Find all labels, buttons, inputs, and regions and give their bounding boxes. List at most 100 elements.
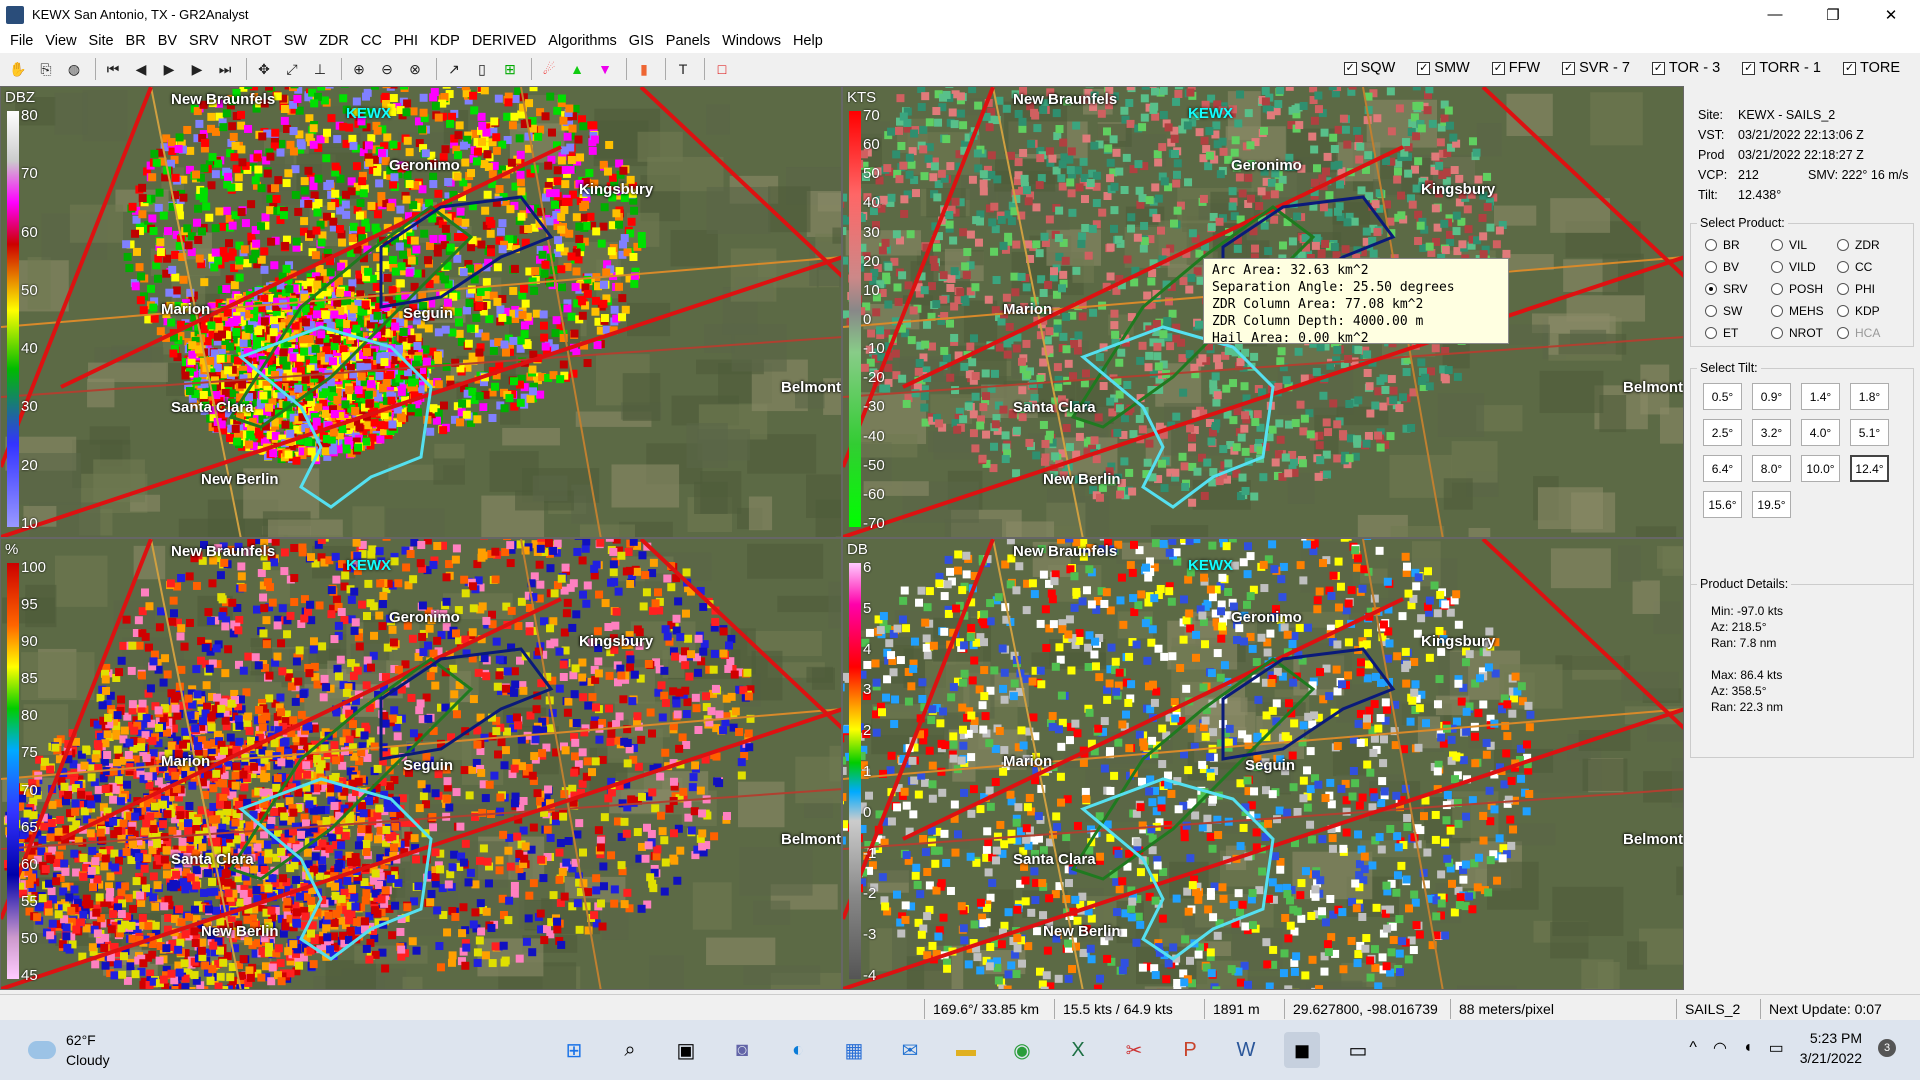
product-radio-vild[interactable]: VILD — [1771, 260, 1816, 274]
radio-dot[interactable] — [1705, 283, 1717, 295]
last-frame-icon[interactable]: ⏭ — [213, 57, 237, 81]
search-icon[interactable]: ⌕ — [612, 1032, 648, 1068]
terminal-icon[interactable]: ▭ — [1340, 1032, 1376, 1068]
tilt-button[interactable]: 19.5° — [1752, 491, 1791, 518]
measure-icon[interactable]: ⤢ — [280, 57, 304, 81]
radio-dot[interactable] — [1771, 327, 1783, 339]
storm-tracks-icon[interactable]: ☄ — [537, 57, 561, 81]
close-button[interactable]: ✕ — [1862, 0, 1920, 29]
color-table-icon[interactable]: ▮ — [632, 57, 656, 81]
tilt-button[interactable]: 2.5° — [1703, 419, 1742, 446]
radio-dot[interactable] — [1837, 239, 1849, 251]
edge-icon[interactable]: ◐ — [780, 1032, 816, 1068]
radio-dot[interactable] — [1771, 261, 1783, 273]
warning-toggle[interactable]: ✓ SMW — [1417, 60, 1470, 76]
word-icon[interactable]: W — [1228, 1032, 1264, 1068]
tilt-button[interactable]: 10.0° — [1801, 455, 1840, 482]
teams-icon[interactable]: ◙ — [724, 1032, 760, 1068]
menu-gis[interactable]: GIS — [623, 33, 660, 49]
menu-nrot[interactable]: NROT — [225, 33, 278, 49]
menu-phi[interactable]: PHI — [388, 33, 424, 49]
tilt-button[interactable]: 0.5° — [1703, 383, 1742, 410]
zoom-out-icon[interactable]: ⊖ — [375, 57, 399, 81]
tilt-button[interactable]: 4.0° — [1801, 419, 1840, 446]
copy-icon[interactable]: ⎘ — [34, 57, 58, 81]
panels-icon[interactable]: ⊞ — [498, 57, 522, 81]
step-forward-icon[interactable]: ▶ — [185, 57, 209, 81]
restore-button[interactable]: ❐ — [1804, 0, 1862, 29]
tilt-button[interactable]: 1.8° — [1850, 383, 1889, 410]
radio-dot[interactable] — [1837, 261, 1849, 273]
warning-toggle[interactable]: ✓ TORR - 1 — [1742, 60, 1821, 76]
checkbox[interactable]: ✓ — [1842, 61, 1856, 75]
cross-section-icon[interactable]: ⊥ — [308, 57, 332, 81]
product-radio-et[interactable]: ET — [1705, 326, 1738, 340]
volume-icon[interactable]: ◖ — [1743, 1039, 1753, 1057]
menu-zdr[interactable]: ZDR — [313, 33, 355, 49]
warning-toggle[interactable]: ✓ FFW — [1491, 60, 1540, 76]
checkbox[interactable]: ✓ — [1343, 61, 1357, 75]
clock[interactable]: 5:23 PM 3/21/2022 — [1800, 1028, 1862, 1068]
menu-sw[interactable]: SW — [278, 33, 313, 49]
product-radio-srv[interactable]: SRV — [1705, 282, 1747, 296]
tilt-button[interactable]: 5.1° — [1850, 419, 1889, 446]
radio-dot[interactable] — [1837, 305, 1849, 317]
product-radio-vil[interactable]: VIL — [1771, 238, 1807, 252]
pan-icon[interactable]: ✥ — [252, 57, 276, 81]
menu-help[interactable]: Help — [787, 33, 829, 49]
product-radio-posh[interactable]: POSH — [1771, 282, 1823, 296]
checkbox[interactable]: ✓ — [1562, 61, 1576, 75]
checkbox[interactable]: ✓ — [1491, 61, 1505, 75]
pane-differential-reflectivity[interactable]: DB 6 5 4 3 2 1 0 -1 -2 -3 -4 New Braunfels Geronimo Ki… — [842, 538, 1684, 990]
radio-dot[interactable] — [1705, 261, 1717, 273]
product-radio-mehs[interactable]: MEHS — [1771, 304, 1824, 318]
task-view-icon[interactable]: ▣ — [668, 1032, 704, 1068]
blank-icon[interactable]: ▯ — [470, 57, 494, 81]
pane-reflectivity[interactable]: DBZ 80 70 60 50 40 30 20 10 New Braunfels Geronimo… — [0, 86, 842, 538]
first-frame-icon[interactable]: ⏮ — [101, 57, 125, 81]
wifi-icon[interactable]: ◠ — [1713, 1038, 1727, 1058]
menu-file[interactable]: File — [4, 33, 39, 49]
pane-correlation-coefficient[interactable]: % 100 95 90 85 80 75 70 65 60 55 50 45 New Braunfels G… — [0, 538, 842, 990]
chrome-icon[interactable]: ◉ — [1004, 1032, 1040, 1068]
powerpoint-icon[interactable]: P — [1172, 1032, 1208, 1068]
tilt-button[interactable]: 1.4° — [1801, 383, 1840, 410]
zoom-in-icon[interactable]: ⊕ — [347, 57, 371, 81]
menu-windows[interactable]: Windows — [716, 33, 787, 49]
warning-toggle[interactable]: ✓ TOR - 3 — [1651, 60, 1720, 76]
product-radio-zdr[interactable]: ZDR — [1837, 238, 1880, 252]
checkbox[interactable]: ✓ — [1742, 61, 1756, 75]
stop-icon[interactable]: □ — [710, 57, 734, 81]
product-radio-br[interactable]: BR — [1705, 238, 1740, 252]
tilt-button[interactable]: 8.0° — [1752, 455, 1791, 482]
product-radio-bv[interactable]: BV — [1705, 260, 1739, 274]
menu-br[interactable]: BR — [120, 33, 152, 49]
tilt-button[interactable]: 3.2° — [1752, 419, 1791, 446]
product-radio-kdp[interactable]: KDP — [1837, 304, 1880, 318]
menu-panels[interactable]: Panels — [660, 33, 716, 49]
magenta-triangle-icon[interactable]: ▼ — [593, 57, 617, 81]
tilt-button[interactable]: 15.6° — [1703, 491, 1742, 518]
radio-dot[interactable] — [1837, 327, 1849, 339]
product-radio-phi[interactable]: PHI — [1837, 282, 1875, 296]
tilt-button[interactable]: 0.9° — [1752, 383, 1791, 410]
weather-widget[interactable]: 62°F Cloudy — [28, 1030, 110, 1070]
radio-dot[interactable] — [1771, 239, 1783, 251]
radio-dot[interactable] — [1705, 239, 1717, 251]
radio-dot[interactable] — [1771, 283, 1783, 295]
checkbox[interactable]: ✓ — [1417, 61, 1431, 75]
radio-dot[interactable] — [1705, 305, 1717, 317]
product-radio-hca[interactable]: HCA — [1837, 326, 1880, 340]
menu-view[interactable]: View — [39, 33, 82, 49]
gr2analyst-icon[interactable]: ◼ — [1284, 1032, 1320, 1068]
radio-dot[interactable] — [1837, 283, 1849, 295]
radio-dot[interactable] — [1771, 305, 1783, 317]
warning-toggle[interactable]: ✓ SVR - 7 — [1562, 60, 1630, 76]
notification-badge[interactable]: 3 — [1878, 1039, 1896, 1057]
menu-srv[interactable]: SRV — [183, 33, 225, 49]
explorer-icon[interactable]: ▬ — [948, 1032, 984, 1068]
placefile-icon[interactable]: ↗ — [442, 57, 466, 81]
menu-cc[interactable]: CC — [355, 33, 388, 49]
store-icon[interactable]: ▦ — [836, 1032, 872, 1068]
step-back-icon[interactable]: ◀ — [129, 57, 153, 81]
